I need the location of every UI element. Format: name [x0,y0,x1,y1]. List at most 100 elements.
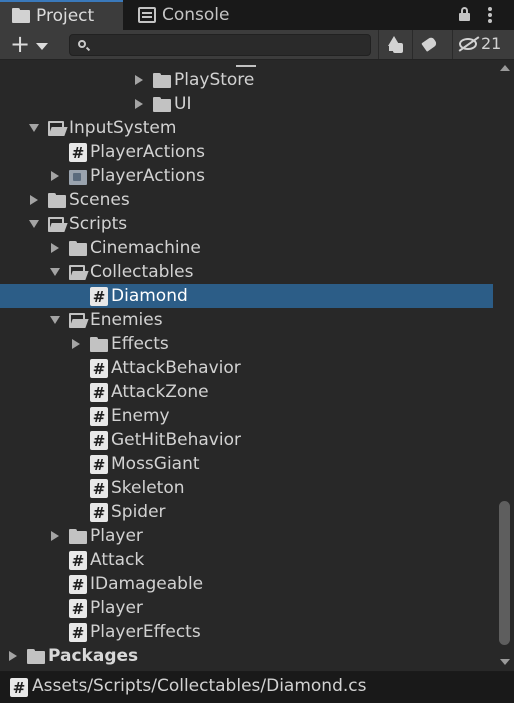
script-icon [90,407,108,426]
folder-icon [48,190,66,210]
scrollbar-thumb[interactable] [499,501,510,645]
tree-row[interactable]: PlayerActions [0,164,493,188]
create-button[interactable]: + [6,30,54,58]
project-toolbar: + 21 [0,30,514,60]
tree-row[interactable]: Player [0,524,493,548]
folder-icon [69,238,87,258]
tree-row[interactable]: Scripts [0,212,493,236]
expand-arrow-down-icon[interactable] [50,268,60,276]
tree-row[interactable]: AttackZone [0,380,493,404]
tree-row[interactable]: Cinemachine [0,236,493,260]
tree-row[interactable]: Player [0,596,493,620]
folder-open-icon [48,118,66,138]
tree-row[interactable]: Scenes [0,188,493,212]
tree-row-label: InputSystem [69,118,177,138]
plus-icon: + [10,30,31,58]
tree-row[interactable]: AttackBehavior [0,356,493,380]
vertical-scrollbar[interactable] [496,61,514,669]
expand-arrow-down-icon[interactable] [29,124,39,132]
script-icon [69,143,87,162]
tree-row-label: MossGiant [111,454,200,474]
tab-console[interactable]: Console [126,0,246,30]
expand-arrow-right-icon[interactable] [72,339,80,349]
folder-open-icon [48,214,66,234]
tree-row-label: Spider [111,502,166,522]
expand-arrow-right-icon[interactable] [51,243,59,253]
tree-row-label: GetHitBehavior [111,430,241,450]
tree-row[interactable]: Skeleton [0,476,493,500]
search-by-type-button[interactable] [378,30,412,59]
tab-console-label: Console [162,5,230,25]
script-icon [10,678,28,697]
expand-arrow-right-icon[interactable] [135,99,143,109]
script-icon [69,623,87,642]
tree-row-label: Scripts [69,214,128,234]
expand-arrow-down-icon[interactable] [29,220,39,228]
tree-row[interactable]: Spider [0,500,493,524]
tree-row-label: Player [90,598,143,618]
search-input[interactable] [69,34,371,56]
tree-row-label: PlayerActions [90,142,205,162]
tree-row[interactable]: PlayerActions [0,140,493,164]
tree-row[interactable]: Collectables [0,260,493,284]
script-icon [90,503,108,522]
tree-row[interactable]: Packages [0,644,493,668]
tree-row-label: IDamageable [90,574,204,594]
expand-arrow-right-icon[interactable] [135,75,143,85]
folder-icon [69,526,87,546]
tree-row[interactable]: Diamond [0,284,493,308]
tree-row-label: Collectables [90,262,194,282]
folder-icon [153,70,171,90]
hidden-packages-count: 21 [481,34,502,53]
tree-row[interactable]: Enemy [0,404,493,428]
script-icon [90,359,108,378]
expand-arrow-right-icon[interactable] [51,531,59,541]
search-by-label-button[interactable] [412,30,446,59]
tree-row[interactable]: UI [0,92,493,116]
expand-arrow-right-icon[interactable] [9,651,17,661]
tree-row-label: AttackBehavior [111,358,241,378]
folder-icon [12,8,30,24]
tree-row[interactable]: Attack [0,548,493,572]
script-icon [69,575,87,594]
hidden-packages-toggle[interactable]: 21 [452,30,502,59]
search-icon [78,40,86,48]
script-icon [90,383,108,402]
tree-row[interactable]: PlayerEffects [0,620,493,644]
tree-row[interactable]: MossGiant [0,452,493,476]
tree-row-label: Effects [111,334,169,354]
more-options-icon[interactable] [488,5,492,23]
lock-icon[interactable] [458,7,472,21]
scroll-down-icon[interactable] [500,659,510,665]
tree-row[interactable]: IDamageable [0,572,493,596]
tree-row[interactable]: Enemies [0,308,493,332]
folder-icon [27,646,45,666]
tree-row-label: PlayerEffects [90,622,201,642]
expand-arrow-right-icon[interactable] [51,171,59,181]
script-icon [69,599,87,618]
script-icon [90,479,108,498]
folder-open-icon [69,310,87,330]
tree-row[interactable]: Effects [0,332,493,356]
folder-icon [153,94,171,114]
tree-row-label: Player [90,526,143,546]
scroll-up-icon[interactable] [500,65,510,71]
tree-row-label: PlayStore [174,70,255,90]
expand-arrow-down-icon[interactable] [50,316,60,324]
chevron-down-icon [36,43,48,50]
eye-hidden-icon [459,38,477,50]
tree-row[interactable]: PlayStore [0,68,493,92]
status-bar: Assets/Scripts/Collectables/Diamond.cs [0,671,514,703]
tree-row-label: Enemies [90,310,163,330]
script-icon [90,431,108,450]
tree-row-label: PlayerActions [90,166,205,186]
tab-project[interactable]: Project [0,0,123,30]
folder-icon [90,334,108,354]
tree-row-label: Attack [90,550,145,570]
tree-row[interactable]: InputSystem [0,116,493,140]
project-tree: PlayStore UI InputSystem PlayerActions Playe… [0,61,496,669]
expand-arrow-right-icon[interactable] [30,195,38,205]
folder-open-icon [69,262,87,282]
console-icon [138,7,156,23]
tree-row[interactable]: GetHitBehavior [0,428,493,452]
